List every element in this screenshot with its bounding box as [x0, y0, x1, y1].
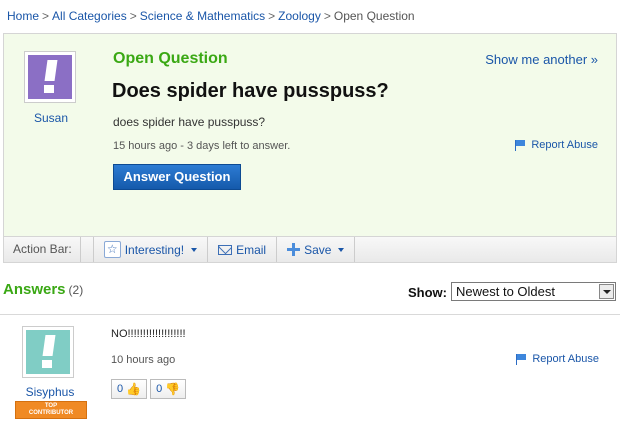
breadcrumb-all-categories[interactable]: All Categories [52, 9, 127, 23]
answer-report-abuse-link[interactable]: Report Abuse [516, 353, 599, 365]
answer-meta: 10 hours ago [111, 354, 176, 366]
thumbs-down-count: 0 [156, 383, 163, 395]
action-bar: Action Bar: ☆ Interesting! Email Save [4, 236, 616, 262]
breadcrumb-separator: > [42, 9, 50, 23]
question-body: does spider have pusspuss? [113, 115, 266, 129]
thumbs-up-icon: 👍 [126, 382, 142, 396]
breadcrumb-zoology[interactable]: Zoology [278, 9, 321, 23]
answer-question-button[interactable]: Answer Question [113, 164, 241, 190]
show-another-link[interactable]: Show me another » [485, 52, 598, 67]
question-status-label: Open Question [113, 50, 228, 67]
envelope-icon [218, 244, 233, 255]
breadcrumb-separator: > [268, 9, 276, 23]
top-contributor-badge: TOP CONTRIBUTOR [15, 401, 87, 419]
answerer-name-link[interactable]: Sisyphus [16, 385, 84, 399]
answer-body: NO!!!!!!!!!!!!!!!!!!! [111, 328, 186, 340]
save-button[interactable]: Save [277, 237, 356, 262]
question-title: Does spider have pusspuss? [112, 80, 389, 102]
chevron-down-icon [338, 247, 345, 252]
thumbs-up-button[interactable]: 0 👍 [111, 379, 148, 399]
thumbs-down-icon: 👎 [165, 382, 181, 396]
question-box: Susan Open Question Show me another » Do… [3, 33, 617, 263]
plus-icon [287, 243, 301, 256]
report-abuse-label: Report Abuse [532, 353, 599, 365]
breadcrumb-separator: > [323, 9, 331, 23]
answers-heading: Answers (2) [3, 281, 83, 298]
report-abuse-label: Report Abuse [531, 139, 598, 151]
interesting-button[interactable]: ☆ Interesting! [92, 237, 209, 262]
answers-count: (2) [68, 283, 84, 297]
email-button[interactable]: Email [208, 237, 278, 262]
flag-icon [515, 140, 526, 151]
sort-selected-value: Newest to Oldest [456, 284, 555, 299]
breadcrumb-current: Open Question [333, 9, 415, 23]
breadcrumb-home[interactable]: Home [7, 9, 39, 23]
chevron-down-icon [191, 247, 198, 252]
breadcrumb: Home > All Categories > Science & Mathematic… [7, 9, 415, 23]
question-meta: 15 hours ago - 3 days left to answer. [113, 140, 291, 152]
asker-avatar[interactable] [24, 51, 76, 103]
thumbs-up-count: 0 [117, 383, 124, 395]
badge-line-contributor: CONTRIBUTOR [28, 410, 74, 416]
sort-label: Show: [408, 285, 447, 300]
email-label: Email [236, 242, 267, 257]
star-icon: ☆ [103, 241, 121, 258]
save-label: Save [304, 242, 332, 257]
badge-line-top: TOP [44, 403, 58, 409]
interesting-label: Interesting! [124, 242, 185, 257]
flag-icon [516, 354, 527, 365]
vote-buttons: 0 👍 0 👎 [111, 379, 187, 399]
divider [0, 314, 620, 315]
answerer-avatar[interactable] [22, 326, 74, 378]
exclamation-avatar-icon [28, 55, 72, 99]
answers-title: Answers [3, 281, 66, 298]
dropdown-arrow-icon[interactable] [599, 284, 614, 299]
breadcrumb-science-mathematics[interactable]: Science & Mathematics [140, 9, 265, 23]
action-bar-label: Action Bar: [4, 237, 81, 262]
exclamation-avatar-icon [26, 330, 70, 374]
breadcrumb-separator: > [129, 9, 137, 23]
sort-select[interactable]: Newest to Oldest [451, 282, 616, 301]
question-report-abuse-link[interactable]: Report Abuse [515, 139, 598, 151]
thumbs-down-button[interactable]: 0 👎 [150, 379, 187, 399]
asker-name-link[interactable]: Susan [21, 111, 81, 125]
